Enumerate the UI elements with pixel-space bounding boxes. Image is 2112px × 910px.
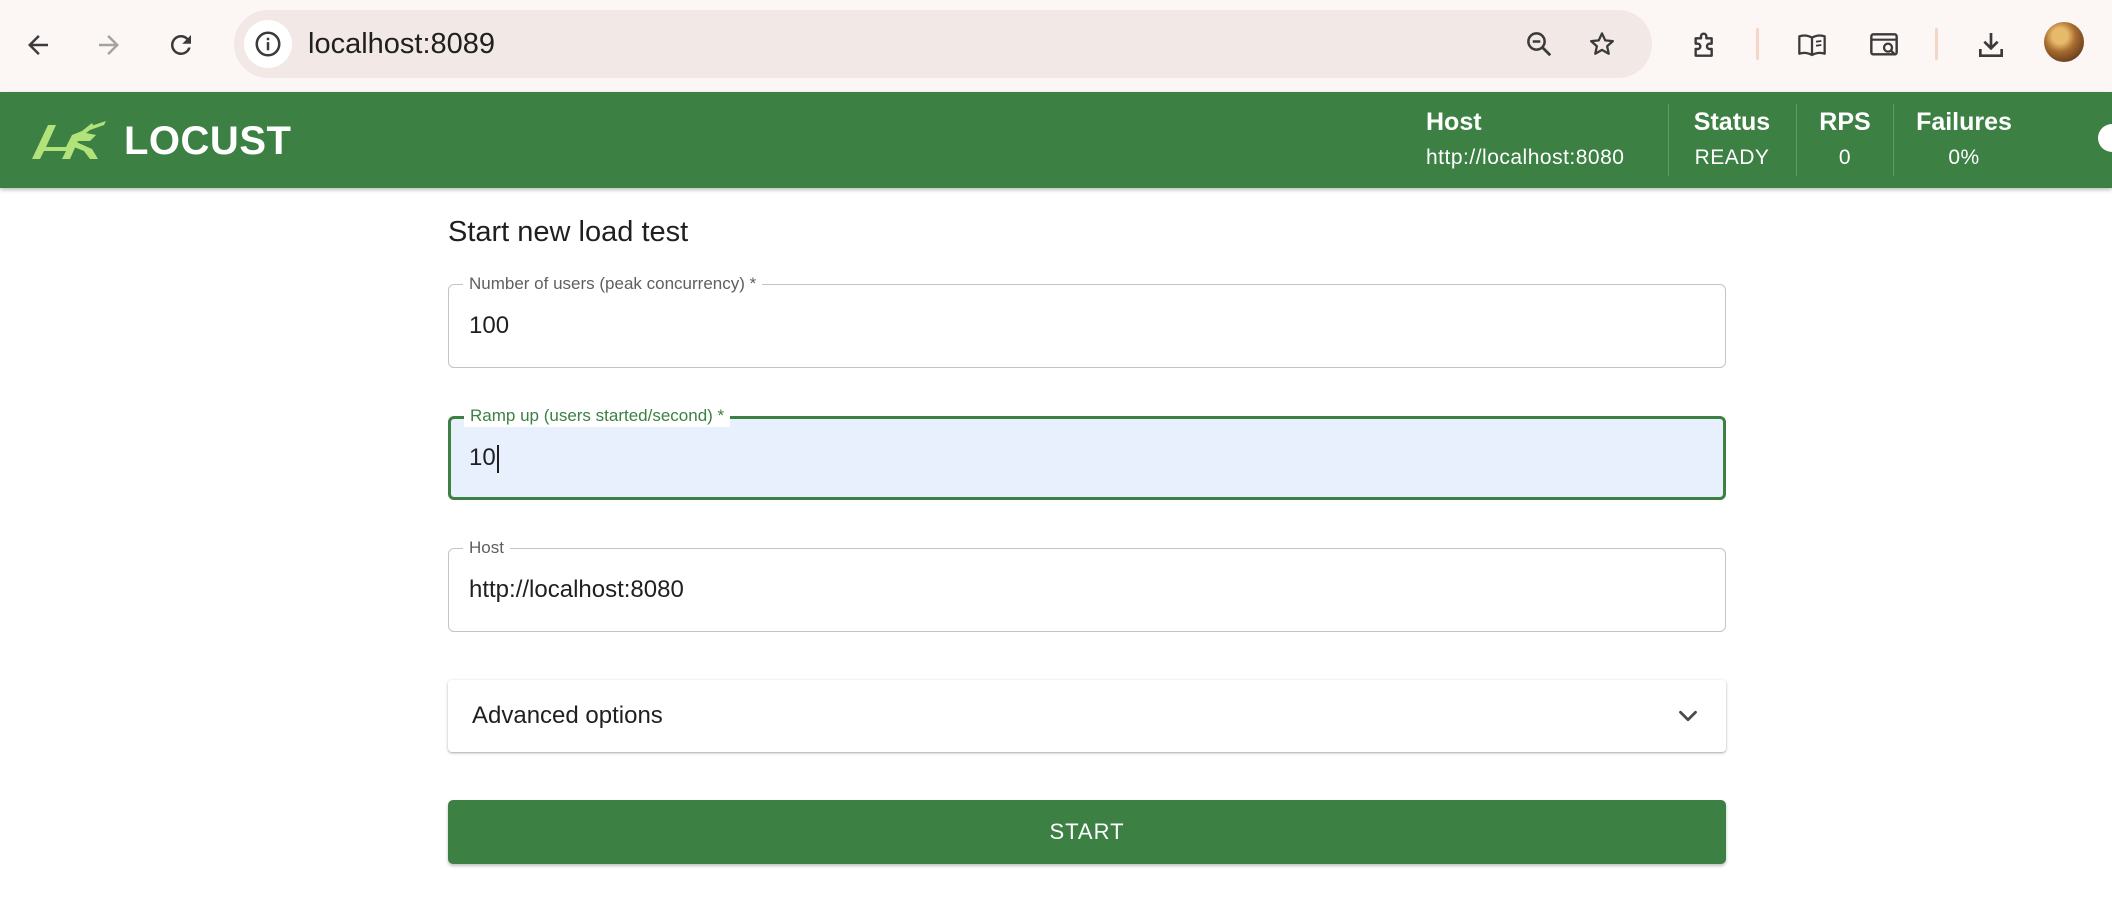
arrow-right-icon [99, 35, 119, 55]
stat-label: Host [1426, 108, 1482, 136]
stat-value: 0% [1948, 146, 1980, 169]
stat-divider [1668, 104, 1669, 176]
info-icon [255, 31, 281, 57]
start-button[interactable]: START [448, 800, 1726, 864]
back-button[interactable] [15, 22, 61, 68]
site-info-button[interactable] [244, 20, 292, 68]
search-tab-icon [1870, 33, 1898, 56]
address-bar[interactable]: localhost:8089 [234, 10, 1652, 78]
app-header: LOCUST Host http://localhost:8080 Status… [0, 92, 2112, 188]
zoom-button[interactable] [1519, 24, 1559, 64]
chevron-down-icon[interactable] [1672, 700, 1704, 732]
stat-value: 0 [1838, 146, 1852, 169]
ramp-up-field-label: Ramp up (users started/second) * [464, 405, 731, 427]
bookmark-button[interactable] [1582, 24, 1622, 64]
avatar[interactable] [2044, 22, 2084, 62]
page-title: Start new load test [448, 216, 689, 248]
stat-label: Status [1693, 108, 1771, 136]
ramp-up-field[interactable]: Ramp up (users started/second) * 10 [448, 405, 1726, 500]
reload-button[interactable] [158, 22, 204, 68]
stat-host: Host http://localhost:8080 [1416, 106, 1654, 174]
zoom-out-icon [1527, 32, 1552, 57]
stat-divider [1796, 104, 1797, 176]
advanced-options-accordion[interactable]: Advanced options [448, 680, 1726, 752]
toolbar-divider [1935, 28, 1938, 60]
stat-label: RPS [1819, 108, 1871, 136]
toolbar-divider [1756, 28, 1759, 60]
puzzle-icon [1694, 32, 1713, 57]
reading-mode-button[interactable] [1789, 22, 1835, 68]
arrow-left-icon [28, 35, 48, 55]
ramp-up-value: 10 [469, 444, 496, 471]
ramp-up-input[interactable]: 10 [469, 419, 499, 497]
locust-logo[interactable]: LOCUST [30, 118, 291, 164]
stat-rps: RPS 0 [1806, 106, 1884, 174]
extensions-button[interactable] [1682, 22, 1728, 68]
logo-text: LOCUST [124, 118, 292, 163]
stat-label: Failures [1916, 108, 2012, 136]
host-input[interactable]: http://localhost:8080 [469, 549, 684, 631]
host-field[interactable]: Host http://localhost:8080 [448, 537, 1726, 632]
stat-failures: Failures 0% [1908, 106, 2020, 174]
forward-button[interactable] [86, 22, 132, 68]
search-tab-button[interactable] [1861, 22, 1907, 68]
users-field[interactable]: Number of users (peak concurrency) * 100 [448, 273, 1726, 368]
star-icon [1590, 32, 1614, 55]
stat-divider [1893, 104, 1894, 176]
downloads-button[interactable] [1968, 22, 2014, 68]
users-input[interactable]: 100 [469, 285, 509, 367]
book-icon [1798, 34, 1826, 57]
text-cursor [496, 444, 499, 473]
locust-logo-icon [32, 121, 106, 159]
stat-status: Status READY [1680, 106, 1784, 174]
reload-icon [170, 34, 191, 55]
stat-value: http://localhost:8080 [1426, 146, 1625, 169]
url-text[interactable]: localhost:8089 [308, 10, 495, 78]
stat-value: READY [1694, 146, 1770, 169]
download-icon [1979, 33, 2003, 57]
advanced-options-label: Advanced options [472, 702, 663, 729]
browser-toolbar: localhost:8089 [0, 0, 2112, 92]
